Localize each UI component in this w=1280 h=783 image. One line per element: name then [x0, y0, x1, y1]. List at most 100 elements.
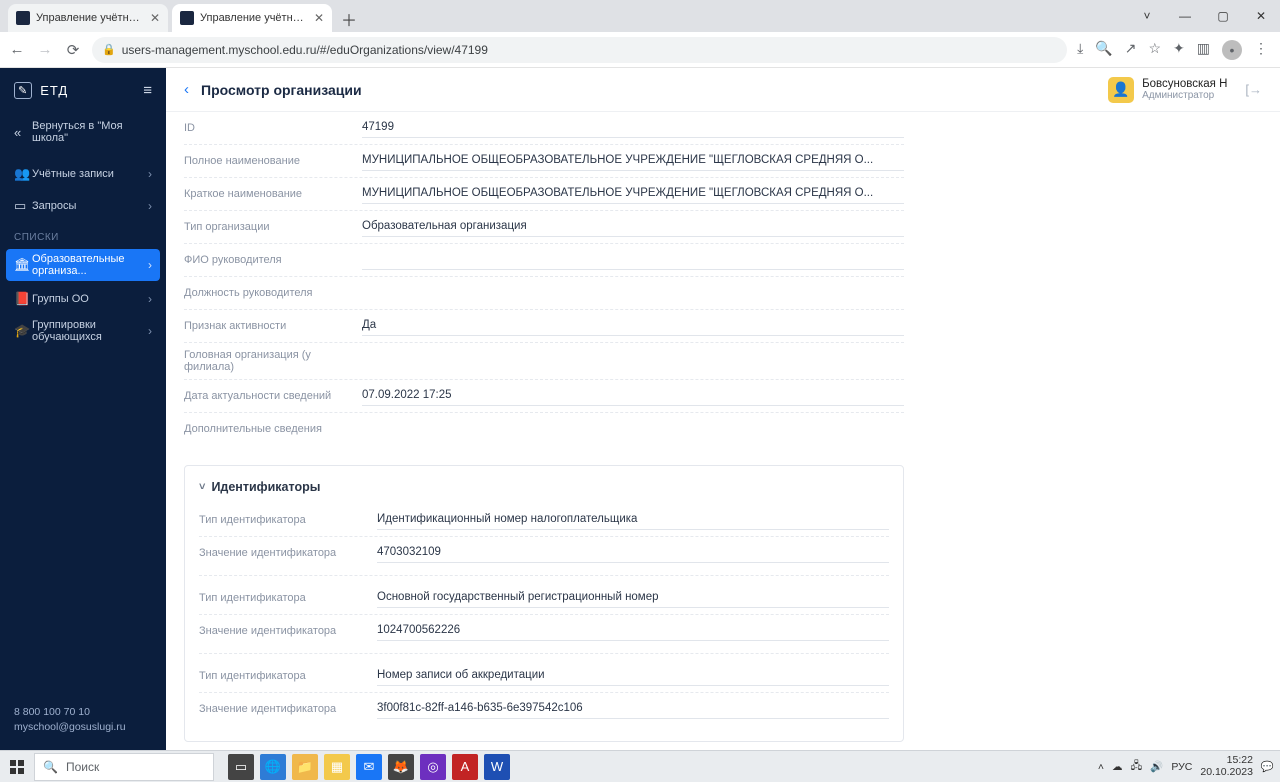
browser-titlebar: Управление учётными запися ✕ Управление … — [0, 0, 1280, 32]
taskbar-clock[interactable]: 15:22 20.10.2023 — [1200, 755, 1253, 778]
sidebar-item-requests[interactable]: ▭ Запросы › — [0, 190, 166, 222]
new-tab-button[interactable]: ＋ — [336, 6, 362, 32]
field-value — [362, 283, 904, 303]
field-label: Значение идентификатора — [199, 625, 377, 637]
taskbar-search[interactable]: 🔍 Поиск — [34, 753, 214, 781]
logo-text: ЕТД — [40, 83, 68, 98]
window-close-button[interactable]: ✕ — [1242, 0, 1280, 32]
menu-icon[interactable]: ⋮ — [1254, 40, 1268, 60]
sidepanel-icon[interactable]: ▥ — [1197, 40, 1210, 60]
field-label: Значение идентификатора — [199, 547, 377, 559]
logout-icon[interactable]: [→ — [1245, 82, 1262, 97]
card-title: Идентификаторы — [211, 480, 320, 494]
search-icon: 🔍 — [43, 760, 58, 774]
field-value: 1024700562226 — [377, 621, 889, 641]
nav-forward-icon[interactable]: → — [36, 41, 54, 58]
sidebar-item-edu-orgs[interactable]: 🏛 Образовательные организа... › — [6, 249, 160, 281]
bank-icon: 🏛 — [14, 257, 32, 273]
edge-icon[interactable]: 🌐 — [260, 754, 286, 780]
sidebar-item-label: Группировки обучающихся — [32, 319, 148, 343]
app-logo[interactable]: ✎ ЕТД — [14, 82, 68, 99]
user-avatar[interactable]: 👤 — [1108, 77, 1134, 103]
sidebar-toggle-icon[interactable]: ≡ — [143, 82, 152, 99]
field-value — [362, 419, 904, 439]
search-placeholder: Поиск — [66, 760, 99, 774]
field-value: Основной государственный регистрационный… — [377, 588, 889, 608]
field-label: Тип идентификатора — [199, 592, 377, 604]
field-value: Идентификационный номер налогоплательщик… — [377, 510, 889, 530]
explorer-icon[interactable]: 📁 — [292, 754, 318, 780]
taskview-icon[interactable]: ▭ — [228, 754, 254, 780]
start-button[interactable] — [0, 751, 34, 783]
field-value — [362, 351, 904, 371]
share-icon[interactable]: ↗ — [1125, 40, 1137, 60]
tray-network-icon[interactable]: 🖧 — [1131, 758, 1143, 776]
page-title: Просмотр организации — [201, 82, 362, 98]
window-maximize-button[interactable]: ▢ — [1204, 0, 1242, 32]
field-label: Тип идентификатора — [199, 670, 377, 682]
app-icon-2[interactable]: ◎ — [420, 754, 446, 780]
zoom-icon[interactable]: 🔍 — [1095, 40, 1112, 60]
lock-icon: 🔒 — [102, 43, 116, 56]
tray-volume-icon[interactable]: 🔊 — [1150, 760, 1163, 773]
field-label: Значение идентификатора — [199, 703, 377, 715]
sidebar: ✎ ЕТД ≡ « Вернуться в "Моя школа" 👥 Учёт… — [0, 68, 166, 750]
window-chevron-button[interactable]: ˅ — [1128, 0, 1166, 32]
notifications-icon[interactable]: 💬 — [1261, 760, 1274, 773]
field-label: Дополнительные сведения — [184, 423, 362, 435]
field-value: Да — [362, 316, 904, 336]
tray-cloud-icon[interactable]: ☁ — [1112, 761, 1123, 773]
main-panel: ‹ Просмотр организации 👤 Бовсуновская Н … — [166, 68, 1280, 750]
profile-avatar[interactable]: • — [1222, 40, 1242, 60]
org-form: ID47199 Полное наименованиеМУНИЦИПАЛЬНОЕ… — [184, 112, 904, 445]
footer-phone: 8 800 100 70 10 — [14, 705, 152, 721]
user-role: Администратор — [1142, 90, 1227, 101]
window-minimize-button[interactable]: — — [1166, 0, 1204, 32]
bookmark-icon[interactable]: ☆ — [1148, 40, 1161, 60]
browser-tab[interactable]: Управление учётными запися ✕ — [8, 4, 168, 32]
sidebar-back-link[interactable]: « Вернуться в "Моя школа" — [0, 116, 166, 148]
card-header[interactable]: ˅ Идентификаторы — [199, 472, 889, 498]
chevron-right-icon: › — [148, 324, 152, 338]
field-value: 3f00f81c-82ff-a146-b635-6e397542c106 — [377, 699, 889, 719]
close-icon[interactable]: ✕ — [150, 11, 160, 25]
field-value: 07.09.2022 17:25 — [362, 386, 904, 406]
user-name: Бовсуновская Н — [1142, 78, 1227, 90]
windows-taskbar: 🔍 Поиск ▭ 🌐 📁 ▦ ✉ 🦊 ◎ A W ˄ ☁ 🖧 🔊 РУС 15… — [0, 750, 1280, 782]
sidebar-footer: 8 800 100 70 10 myschool@gosuslugi.ru — [0, 693, 166, 751]
field-label: ФИО руководителя — [184, 254, 362, 266]
extensions-icon[interactable]: ✦ — [1173, 40, 1185, 60]
tray-chevron-up-icon[interactable]: ˄ — [1098, 761, 1104, 773]
sidebar-item-accounts[interactable]: 👥 Учётные записи › — [0, 158, 166, 190]
footer-mail: myschool@gosuslugi.ru — [14, 720, 152, 736]
clock-time: 15:22 — [1200, 755, 1253, 767]
field-value: Номер записи об аккредитации — [377, 666, 889, 686]
field-label: Тип организации — [184, 221, 362, 233]
field-label: ID — [184, 122, 362, 134]
tray-language[interactable]: РУС — [1171, 761, 1192, 773]
field-value: Образовательная организация — [362, 217, 904, 237]
word-icon[interactable]: W — [484, 754, 510, 780]
sidebar-item-label: Вернуться в "Моя школа" — [32, 120, 152, 144]
sidebar-item-groups-oo[interactable]: 📕 Группы ОО › — [0, 283, 166, 315]
double-chevron-left-icon: « — [14, 125, 32, 140]
people-icon: 👥 — [14, 166, 32, 182]
chevron-right-icon: › — [148, 258, 152, 272]
acrobat-icon[interactable]: A — [452, 754, 478, 780]
field-value: 47199 — [362, 118, 904, 138]
app-icon[interactable]: ▦ — [324, 754, 350, 780]
mail-icon[interactable]: ✉ — [356, 754, 382, 780]
address-bar[interactable]: 🔒 users-management.myschool.edu.ru/#/edu… — [92, 37, 1067, 63]
identifiers-card: ˅ Идентификаторы Тип идентификатораИдент… — [184, 465, 904, 742]
install-icon[interactable]: ⤓ — [1077, 40, 1083, 60]
field-label: Полное наименование — [184, 155, 362, 167]
field-label: Тип идентификатора — [199, 514, 377, 526]
sidebar-item-groupings[interactable]: 🎓 Группировки обучающихся › — [0, 315, 166, 347]
nav-back-icon[interactable]: ← — [8, 41, 26, 58]
back-button[interactable]: ‹ — [184, 81, 189, 98]
reload-icon[interactable]: ⟳ — [64, 41, 82, 59]
firefox-icon[interactable]: 🦊 — [388, 754, 414, 780]
browser-tab-active[interactable]: Управление учётными запися ✕ — [172, 4, 332, 32]
favicon-icon — [180, 11, 194, 25]
close-icon[interactable]: ✕ — [314, 11, 324, 25]
